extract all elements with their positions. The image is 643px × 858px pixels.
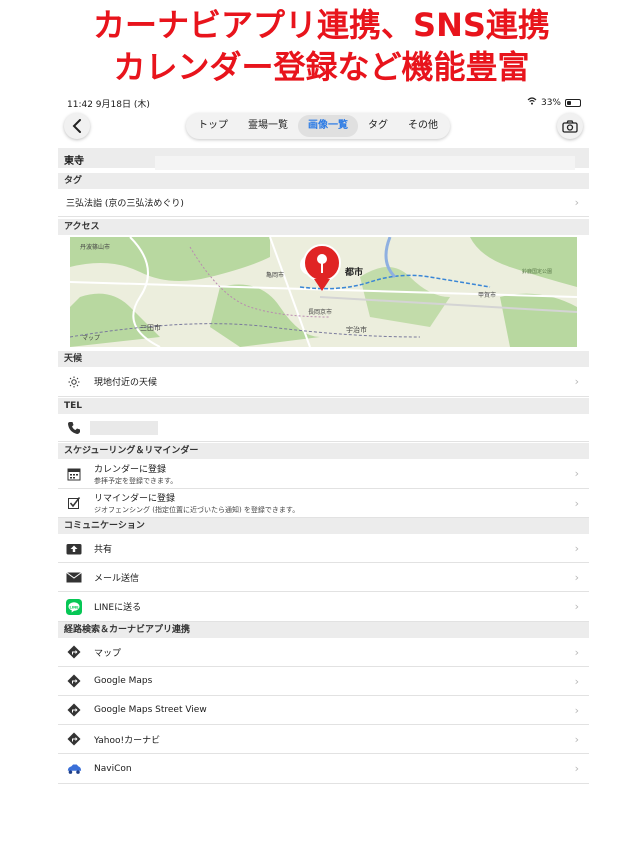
chevron-right-icon: ›	[574, 570, 579, 584]
mail-row[interactable]: メール送信 ›	[58, 563, 589, 592]
directions-icon	[66, 644, 82, 660]
tab-temple-list[interactable]: 霊場一覧	[238, 115, 298, 137]
chevron-right-icon: ›	[574, 703, 579, 717]
tab-top[interactable]: トップ	[188, 115, 238, 137]
chevron-right-icon: ›	[574, 375, 579, 388]
map-label: マップ	[82, 335, 100, 342]
section-header-tag: タグ	[58, 173, 589, 189]
map-graphic: 丹波篠山市 亀岡市 都市 長岡京市 三田市 宇治市 甲賀市 鈴鹿国定公園 マップ	[70, 237, 577, 347]
banner-headline-1: カーナビアプリ連携、SNS連携	[93, 6, 550, 44]
calendar-subtitle: 参拝予定を登録できます。	[94, 476, 178, 485]
back-button[interactable]	[64, 113, 90, 139]
chevron-right-icon: ›	[574, 196, 579, 209]
section-header-communication: コミュニケーション	[58, 518, 589, 534]
section-header-schedule: スケジューリング＆リマインダー	[58, 443, 589, 459]
route-label-yahoo: Yahoo!カーナビ	[94, 735, 161, 746]
chevron-left-icon	[72, 119, 81, 133]
section-header-route: 経路検索＆カーナビアプリ連携	[58, 622, 589, 638]
tel-number-placeholder	[90, 420, 158, 435]
navicon-car-icon	[66, 761, 82, 777]
route-label-navicon: NaviCon	[94, 763, 132, 774]
phone-icon	[66, 420, 82, 436]
map-label: 亀岡市	[266, 271, 284, 279]
chevron-right-icon: ›	[574, 645, 579, 659]
tab-tags[interactable]: タグ	[358, 115, 398, 137]
tab-segmented-control: トップ 霊場一覧 画像一覧 タグ その他	[186, 113, 450, 139]
tag-row[interactable]: 三弘法詣 (京の三弘法めぐり) ›	[58, 189, 589, 217]
battery-icon	[565, 98, 581, 107]
calendar-title: カレンダーに登録	[94, 464, 167, 475]
section-header-weather: 天候	[58, 351, 589, 367]
reminder-subtitle: ジオフェンシング (指定位置に近づいたら通知) を登録できます。	[94, 506, 300, 514]
chevron-right-icon: ›	[574, 674, 579, 688]
svg-text:LINE: LINE	[69, 605, 79, 609]
calendar-icon	[66, 466, 82, 482]
title-placeholder	[155, 156, 575, 170]
line-icon: LINE	[66, 598, 82, 615]
tab-image-list[interactable]: 画像一覧	[298, 115, 358, 137]
map-label: 鈴鹿国定公園	[522, 268, 552, 275]
route-label-maps: マップ	[94, 648, 122, 659]
chevron-right-icon: ›	[574, 541, 579, 555]
share-row[interactable]: 共有 ›	[58, 534, 589, 563]
weather-row[interactable]: 現地付近の天候 ›	[58, 367, 589, 397]
share-icon	[66, 540, 82, 556]
route-label-street-view: Google Maps Street View	[94, 705, 207, 715]
line-label: LINEに送る	[94, 603, 142, 613]
tel-row[interactable]	[58, 414, 589, 442]
weather-label: 現地付近の天候	[94, 378, 158, 388]
promo-banner: カーナビアプリ連携、SNS連携 カレンダー登録など機能豊富	[0, 0, 643, 95]
mail-icon	[66, 569, 82, 585]
temple-title-bar: 東寺	[58, 148, 589, 170]
map-label: 宇治市	[346, 325, 367, 334]
chevron-right-icon: ›	[574, 732, 579, 746]
status-time: 11:42 9月18日 (木)	[67, 100, 150, 110]
camera-icon	[562, 119, 578, 133]
app-screen: 11:42 9月18日 (木) 33% トップ 霊場一覧 画像一覧 タグ その他…	[58, 95, 589, 858]
map-label: 長岡京市	[308, 308, 332, 316]
chevron-right-icon: ›	[574, 600, 579, 613]
map-label: 都市	[344, 266, 363, 278]
line-row[interactable]: LINE LINEに送る ›	[58, 592, 589, 622]
sun-icon	[66, 374, 82, 390]
chevron-right-icon: ›	[574, 762, 579, 775]
section-header-tel: TEL	[58, 398, 589, 414]
camera-button[interactable]	[557, 113, 583, 139]
map-label: 三田市	[140, 323, 161, 332]
share-label: 共有	[94, 544, 113, 555]
route-row-navicon[interactable]: NaviCon ›	[58, 754, 589, 784]
map-label: 甲賀市	[478, 291, 496, 299]
tag-value: 三弘法詣 (京の三弘法めぐり)	[66, 199, 184, 209]
directions-icon	[66, 702, 82, 718]
reminder-row[interactable]: リマインダーに登録 ジオフェンシング (指定位置に近づいたら通知) を登録できま…	[58, 489, 589, 518]
mail-label: メール送信	[94, 573, 140, 584]
wifi-icon	[527, 97, 537, 108]
calendar-row[interactable]: カレンダーに登録 参拝予定を登録できます。 ›	[58, 459, 589, 489]
navigation-bar: トップ 霊場一覧 画像一覧 タグ その他	[58, 111, 589, 145]
status-bar: 11:42 9月18日 (木) 33%	[58, 95, 589, 111]
route-row-street-view[interactable]: Google Maps Street View ›	[58, 696, 589, 725]
battery-percentage: 33%	[540, 97, 561, 108]
section-header-access: アクセス	[58, 219, 589, 235]
checkbox-icon	[66, 495, 82, 511]
tab-other[interactable]: その他	[398, 115, 448, 137]
route-row-yahoo[interactable]: Yahoo!カーナビ ›	[58, 725, 589, 754]
reminder-title: リマインダーに登録	[94, 494, 176, 504]
directions-icon	[66, 673, 82, 689]
route-row-maps[interactable]: マップ ›	[58, 638, 589, 667]
chevron-right-icon: ›	[574, 496, 579, 510]
status-indicators: 33%	[527, 97, 581, 108]
route-row-google-maps[interactable]: Google Maps ›	[58, 667, 589, 696]
banner-headline-2: カレンダー登録など機能豊富	[113, 48, 530, 86]
route-label-google-maps: Google Maps	[94, 676, 153, 686]
map-label: 丹波篠山市	[80, 243, 110, 251]
page-title: 東寺	[64, 156, 84, 167]
chevron-right-icon: ›	[574, 467, 579, 480]
access-map[interactable]: 丹波篠山市 亀岡市 都市 長岡京市 三田市 宇治市 甲賀市 鈴鹿国定公園 マップ	[70, 237, 577, 347]
directions-icon	[66, 731, 82, 747]
